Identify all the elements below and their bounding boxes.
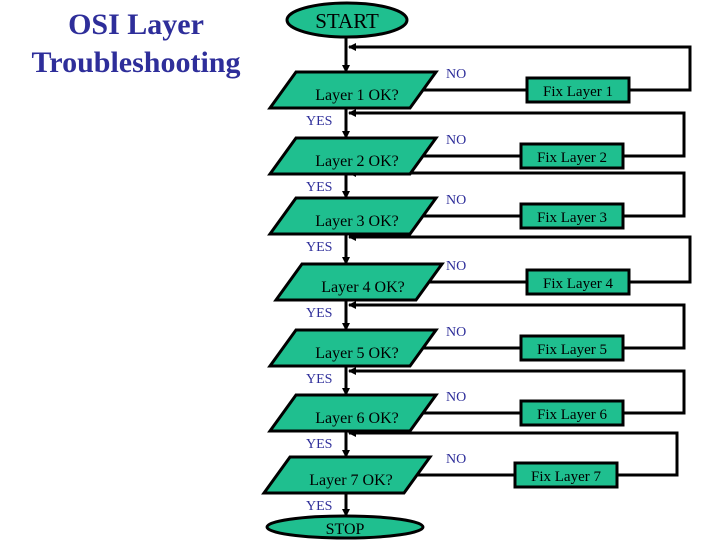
- fix-box-layer-1-label: Fix Layer 1: [543, 84, 613, 100]
- no-label-layer-3: NO: [446, 193, 466, 208]
- no-label-layer-1: NO: [446, 67, 466, 82]
- no-label-layer-5: NO: [446, 325, 466, 340]
- no-label-layer-4: NO: [446, 259, 466, 274]
- yes-label-layer-4: YES: [306, 306, 332, 321]
- decision-layer-6-label: Layer 6 OK?: [315, 410, 399, 427]
- fix-box-layer-2-label: Fix Layer 2: [537, 150, 607, 166]
- yes-label-layer-2: YES: [306, 180, 332, 195]
- no-label-layer-6: NO: [446, 390, 466, 405]
- yes-label-layer-1: YES: [306, 114, 332, 129]
- decision-layer-7-label: Layer 7 OK?: [309, 472, 393, 489]
- yes-label-layer-3: YES: [306, 240, 332, 255]
- fix-box-layer-5-label: Fix Layer 5: [537, 342, 607, 358]
- stop-label: STOP: [326, 521, 365, 538]
- no-label-layer-2: NO: [446, 133, 466, 148]
- yes-label-layer-5: YES: [306, 372, 332, 387]
- yes-label-layer-6: YES: [306, 437, 332, 452]
- yes-label-layer-7: YES: [306, 499, 332, 514]
- fix-box-layer-7-label: Fix Layer 7: [531, 469, 601, 485]
- decision-layer-3-label: Layer 3 OK?: [315, 213, 399, 230]
- start-label: START: [315, 9, 379, 33]
- no-label-layer-7: NO: [446, 452, 466, 467]
- decision-layer-5-label: Layer 5 OK?: [315, 345, 399, 362]
- fix-box-layer-6-label: Fix Layer 6: [537, 407, 607, 423]
- osi-flowchart: START Layer 1 OK? NO Fix Layer 1 YES Layer 2 …: [261, 1, 692, 540]
- decision-layer-4-label: Layer 4 OK?: [321, 279, 405, 296]
- decision-layer-2-label: Layer 2 OK?: [315, 153, 399, 170]
- decision-layer-1-label: Layer 1 OK?: [315, 87, 399, 104]
- fix-box-layer-3-label: Fix Layer 3: [537, 210, 607, 226]
- fix-box-layer-4-label: Fix Layer 4: [543, 276, 613, 292]
